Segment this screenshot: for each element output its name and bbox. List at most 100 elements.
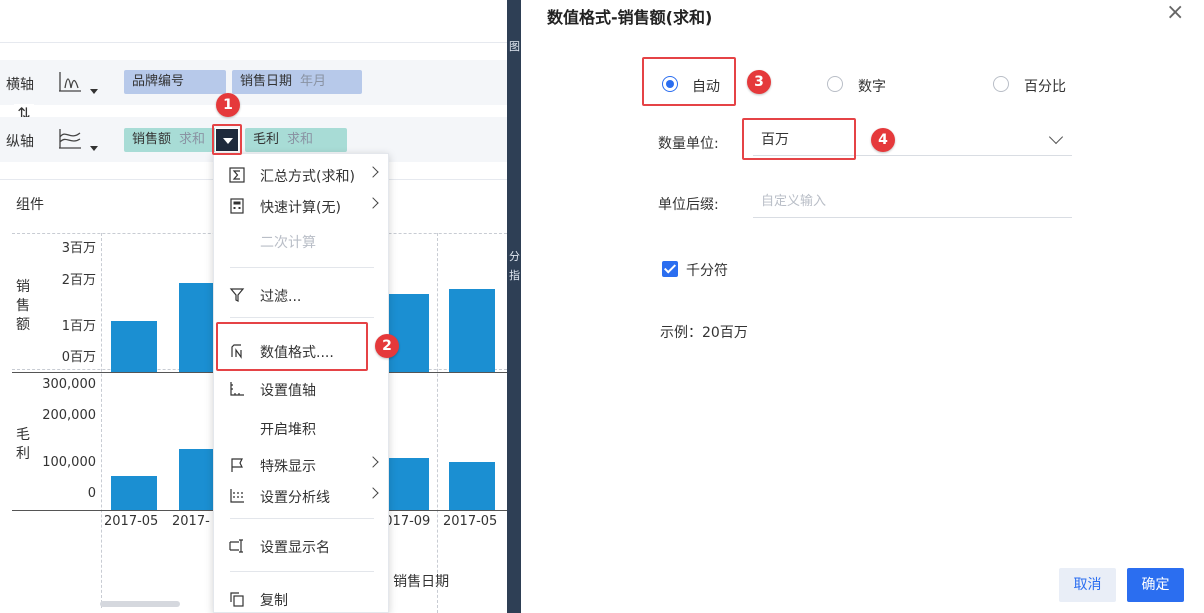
horizontal-scrollbar[interactable] xyxy=(100,601,180,607)
cancel-button[interactable]: 取消 xyxy=(1059,568,1116,602)
menu-item-stacking[interactable]: 开启堆积 xyxy=(214,413,390,443)
step-badge: 3 xyxy=(747,70,771,94)
x-tick-label: 2017-05 xyxy=(104,514,159,529)
menu-separator xyxy=(230,317,374,318)
strip-text: 指 xyxy=(509,269,520,282)
x-axis-title: / 销售日期 xyxy=(384,574,450,590)
menu-item-label: 设置值轴 xyxy=(260,383,316,399)
radio-auto[interactable] xyxy=(662,76,678,92)
menu-item-quick-calc[interactable]: 快速计算(无) xyxy=(214,191,390,221)
strip-text: 分 xyxy=(509,250,520,263)
axis-icon xyxy=(230,382,244,396)
grid-line xyxy=(101,233,102,608)
menu-item-number-format[interactable]: 数值格式.... xyxy=(214,336,390,366)
sigma-icon xyxy=(229,167,245,183)
menu-separator xyxy=(230,267,374,268)
chart-bar xyxy=(111,321,157,372)
y-tick-label: 100,000 xyxy=(42,455,96,470)
x-axis-label: 横轴 xyxy=(6,77,34,93)
chart-bar xyxy=(449,289,495,372)
menu-separator xyxy=(230,518,374,519)
menu-item-secondary-calc: 二次计算 xyxy=(214,226,390,256)
dialog-title: 数值格式-销售额(求和) xyxy=(547,8,713,27)
unit-select[interactable]: 百万 xyxy=(753,124,1072,156)
chevron-down-icon[interactable] xyxy=(90,146,98,151)
x-field-pill-date[interactable]: 销售日期 年月 xyxy=(232,70,362,94)
menu-item-analysis-line[interactable]: 设置分析线 xyxy=(214,481,390,511)
y-tick-label: 200,000 xyxy=(42,408,96,423)
y-tick-label: 0 xyxy=(87,486,96,501)
menu-item-filter[interactable]: 过滤... xyxy=(214,280,390,310)
suffix-input[interactable]: 自定义输入 xyxy=(753,186,1072,218)
suffix-placeholder: 自定义输入 xyxy=(761,194,827,209)
y-tick-label: 2百万 xyxy=(61,273,96,288)
chart-bar xyxy=(111,476,157,510)
chevron-right-icon xyxy=(367,487,379,499)
x-axis-row: 横轴 品牌编号 销售日期 年月 xyxy=(0,60,507,105)
calculator-icon xyxy=(230,198,244,214)
unit-label: 数量单位: xyxy=(658,136,719,152)
y-tick-label: 300,000 xyxy=(42,377,96,392)
close-icon[interactable]: × xyxy=(1166,2,1184,24)
radio-number[interactable] xyxy=(827,76,843,92)
field-name: 销售额 xyxy=(132,132,172,147)
panel-strip: 图 分 指 xyxy=(507,0,521,613)
radio-label-number: 数字 xyxy=(858,79,886,95)
confirm-button[interactable]: 确定 xyxy=(1127,568,1184,602)
radio-label-auto: 自动 xyxy=(692,79,720,95)
menu-item-display-name[interactable]: 设置显示名 xyxy=(214,531,390,561)
unit-value: 百万 xyxy=(761,132,789,148)
field-name: 毛利 xyxy=(253,132,280,147)
caret-down-icon xyxy=(223,138,233,144)
field-aggregation: 年月 xyxy=(300,74,327,89)
strip-text: 图 xyxy=(509,40,520,53)
menu-item-value-axis[interactable]: 设置值轴 xyxy=(214,374,390,404)
chart-editor: 横轴 品牌编号 销售日期 年月 ⇅ 纵轴 销售额 求和 毛利 求和 组件 销售额… xyxy=(0,0,507,613)
field-aggregation: 求和 xyxy=(287,132,314,147)
thousands-separator-label: 千分符 xyxy=(686,263,728,279)
field-name: 品牌编号 xyxy=(132,74,185,89)
y-tick-label: 3百万 xyxy=(61,241,96,256)
chart-bar xyxy=(449,462,495,510)
analysis-line-icon xyxy=(230,489,244,503)
thousands-separator-checkbox[interactable] xyxy=(662,261,678,277)
menu-item-label: 过滤... xyxy=(260,289,302,305)
menu-item-copy[interactable]: 复制 xyxy=(214,584,390,613)
menu-item-label: 快速计算(无) xyxy=(260,200,341,216)
filter-icon xyxy=(229,288,245,302)
x-field-pill-brand[interactable]: 品牌编号 xyxy=(124,70,226,94)
chevron-right-icon xyxy=(367,166,379,178)
y-axis-label: 纵轴 xyxy=(6,134,34,150)
radio-label-percent: 百分比 xyxy=(1024,79,1066,95)
menu-item-aggregation[interactable]: 汇总方式(求和) xyxy=(214,160,390,190)
number-format-dialog: 数值格式-销售额(求和) × 自动 数字 百分比 数量单位: 百万 单位后缀: … xyxy=(521,0,1204,613)
chevron-right-icon xyxy=(367,197,379,209)
radio-percent[interactable] xyxy=(993,76,1009,92)
y-tick-label: 1百万 xyxy=(61,319,96,334)
field-name: 销售日期 xyxy=(240,74,293,89)
y-tick-label: 0百万 xyxy=(61,350,96,365)
step-badge: 4 xyxy=(871,128,895,152)
field-aggregation: 求和 xyxy=(179,132,206,147)
menu-separator xyxy=(230,571,374,572)
field-context-menu: 汇总方式(求和) 快速计算(无) 二次计算 过滤... 数值格式.... 设置值… xyxy=(213,153,389,613)
chevron-down-icon[interactable] xyxy=(90,89,98,94)
menu-item-label: 特殊显示 xyxy=(260,459,316,475)
x-axis-chart-type-icon[interactable] xyxy=(56,68,84,94)
divider xyxy=(0,42,507,43)
rename-icon xyxy=(229,539,243,553)
y-field-pill-profit[interactable]: 毛利 求和 xyxy=(245,128,347,152)
suffix-label: 单位后缀: xyxy=(658,197,719,213)
menu-item-label: 开启堆积 xyxy=(260,422,316,438)
chevron-right-icon xyxy=(367,456,379,468)
format-example: 示例：20百万 xyxy=(660,325,748,341)
field-dropdown-button[interactable] xyxy=(215,128,239,152)
x-tick-label: 2017-05 xyxy=(443,514,498,529)
y-axis-chart-type-icon[interactable] xyxy=(56,125,84,151)
menu-item-label: 数值格式.... xyxy=(260,345,334,361)
menu-item-special-display[interactable]: 特殊显示 xyxy=(214,450,390,480)
component-label: 组件 xyxy=(16,197,44,213)
menu-item-label: 汇总方式(求和) xyxy=(260,169,355,185)
menu-item-label: 设置分析线 xyxy=(260,490,330,506)
menu-item-label: 设置显示名 xyxy=(260,540,330,556)
